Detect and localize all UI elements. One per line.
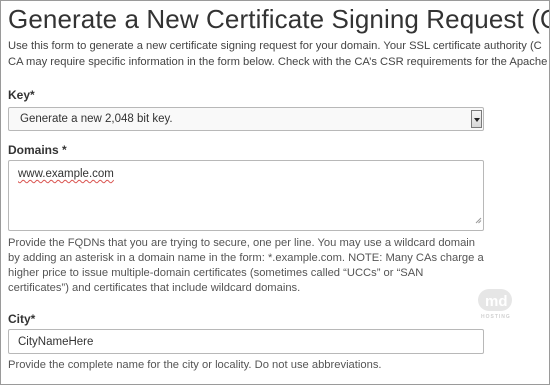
domains-help: Provide the FQDNs that you are trying to… [8,236,508,296]
domains-textarea[interactable]: www.example.com [8,160,484,231]
city-value: CityNameHere [18,336,94,348]
city-label: City* [8,312,36,326]
domains-value: www.example.com [18,168,114,180]
md-hosting-watermark: md HOSTING [475,289,517,323]
resize-grip-icon[interactable] [475,211,482,229]
key-select-value: Generate a new 2,048 bit key. [20,113,173,125]
page-intro: Use this form to generate a new certific… [8,38,549,70]
domains-help-line-1: Provide the FQDNs that you are trying to… [8,237,476,249]
page-title: Generate a New Certificate Signing Reque… [8,4,550,34]
intro-line-1: Use this form to generate a new certific… [8,40,542,52]
chevron-down-icon[interactable] [471,110,482,128]
watermark-sub-text: HOSTING [481,314,511,320]
domains-label: Domains * [8,143,67,157]
city-input[interactable]: CityNameHere [8,329,484,354]
intro-line-2: CA may require specific information in t… [8,56,548,68]
watermark-logo-text: md [485,293,508,310]
domains-help-line-3: higher price to issue multiple-domain ce… [8,267,424,279]
domains-help-line-4: certificates”) and certificates that inc… [8,282,301,294]
city-help: Provide the complete name for the city o… [8,359,382,371]
csr-form-panel: Generate a New Certificate Signing Reque… [0,0,550,385]
key-select[interactable]: Generate a new 2,048 bit key. [8,107,484,131]
domains-help-line-2: by adding an asterisk in a domain name i… [8,252,484,264]
key-label: Key* [8,88,35,102]
